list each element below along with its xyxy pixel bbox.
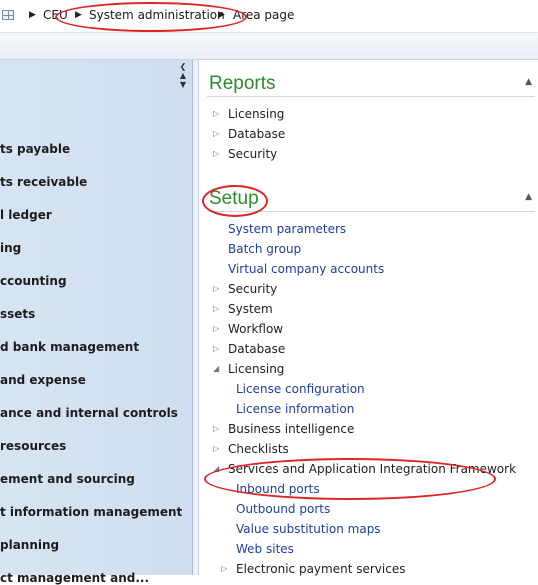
nav-item-d-bank-management[interactable]: d bank management [0,340,139,354]
nav-item-and-expense[interactable]: and expense [0,373,86,387]
collapse-reports-icon[interactable]: ▲ [525,77,532,87]
chevron-right-icon[interactable]: ▶ [75,10,82,20]
item-label[interactable]: Virtual company accounts [228,262,384,276]
nav-scroll-controls[interactable]: ❮ ▲ ▼ [178,62,188,89]
item-label[interactable]: Security [228,147,277,161]
nav-item-ance-and-internal-controls[interactable]: ance and internal controls [0,406,178,420]
expand-triangle-icon[interactable]: ▷ [213,444,219,453]
item-label[interactable]: Electronic payment services [236,562,405,576]
expand-triangle-icon[interactable]: ▷ [213,424,219,433]
item-label[interactable]: Security [228,282,277,296]
collapse-triangle-icon[interactable]: ◢ [213,464,219,473]
nav-item-resources[interactable]: resources [0,439,66,453]
area-page-content: Reports ▲ ▷ Licensing ▷ Database ▷ Security S… [199,60,538,576]
nav-item-t-information-management[interactable]: t information management [0,505,182,519]
item-label[interactable]: Licensing [228,107,284,121]
expand-triangle-icon[interactable]: ▷ [213,324,219,333]
scroll-up-icon[interactable]: ▲ [178,71,188,80]
collapse-setup-icon[interactable]: ▲ [525,192,532,202]
area-page-icon[interactable] [2,10,14,20]
nav-item-ssets[interactable]: ssets [0,307,35,321]
chevron-right-icon[interactable]: ▶ [218,10,225,20]
breadcrumb-page[interactable]: Area page [233,8,294,22]
item-label[interactable]: License configuration [236,382,365,396]
section-title-setup: Setup [209,188,259,209]
item-label[interactable]: Business intelligence [228,422,354,436]
item-label[interactable]: Database [228,342,285,356]
item-label[interactable]: Web sites [236,542,294,556]
expand-triangle-icon[interactable]: ▷ [213,109,219,118]
section-divider [207,211,535,212]
expand-triangle-icon[interactable]: ▷ [213,129,219,138]
expand-triangle-icon[interactable]: ▷ [221,564,227,573]
nav-item-ts-payable[interactable]: ts payable [0,142,70,156]
item-label[interactable]: Database [228,127,285,141]
nav-item-planning[interactable]: planning [0,538,59,552]
navigation-pane: ❮ ▲ ▼ ts payable ts receivable l ledger ing… [0,60,193,585]
scroll-down-icon[interactable]: ▼ [178,80,188,89]
breadcrumb-company[interactable]: CEU [43,8,68,22]
item-label[interactable]: Licensing [228,362,284,376]
item-label[interactable]: Batch group [228,242,301,256]
item-label[interactable]: Value substitution maps [236,522,381,536]
chevron-right-icon[interactable]: ▶ [29,10,36,20]
item-label[interactable]: System [228,302,273,316]
expand-triangle-icon[interactable]: ▷ [213,304,219,313]
collapse-triangle-icon[interactable]: ◢ [213,364,219,373]
nav-item-ccounting[interactable]: ccounting [0,274,67,288]
section-title-reports: Reports [209,73,276,94]
item-label[interactable]: License information [236,402,354,416]
breadcrumb-module[interactable]: System administration [89,8,225,22]
toolbar-band [0,33,538,60]
item-label[interactable]: Inbound ports [236,482,320,496]
nav-item-ing[interactable]: ing [0,241,21,255]
address-bar: ▶ CEU ▶ System administration ▶ Area pag… [0,0,538,33]
nav-item-ement-and-sourcing[interactable]: ement and sourcing [0,472,135,486]
expand-triangle-icon[interactable]: ▷ [213,344,219,353]
nav-item-ct-management-and[interactable]: ct management and... [0,571,149,585]
item-label[interactable]: Outbound ports [236,502,330,516]
chevron-left-icon[interactable]: ❮ [178,62,188,71]
nav-item-ts-receivable[interactable]: ts receivable [0,175,87,189]
item-label[interactable]: Workflow [228,322,283,336]
item-label[interactable]: System parameters [228,222,346,236]
nav-item-l-ledger[interactable]: l ledger [0,208,52,222]
item-label[interactable]: Services and Application Integration Fra… [228,462,516,476]
expand-triangle-icon[interactable]: ▷ [213,284,219,293]
expand-triangle-icon[interactable]: ▷ [213,149,219,158]
section-divider [207,96,535,97]
item-label[interactable]: Checklists [228,442,289,456]
